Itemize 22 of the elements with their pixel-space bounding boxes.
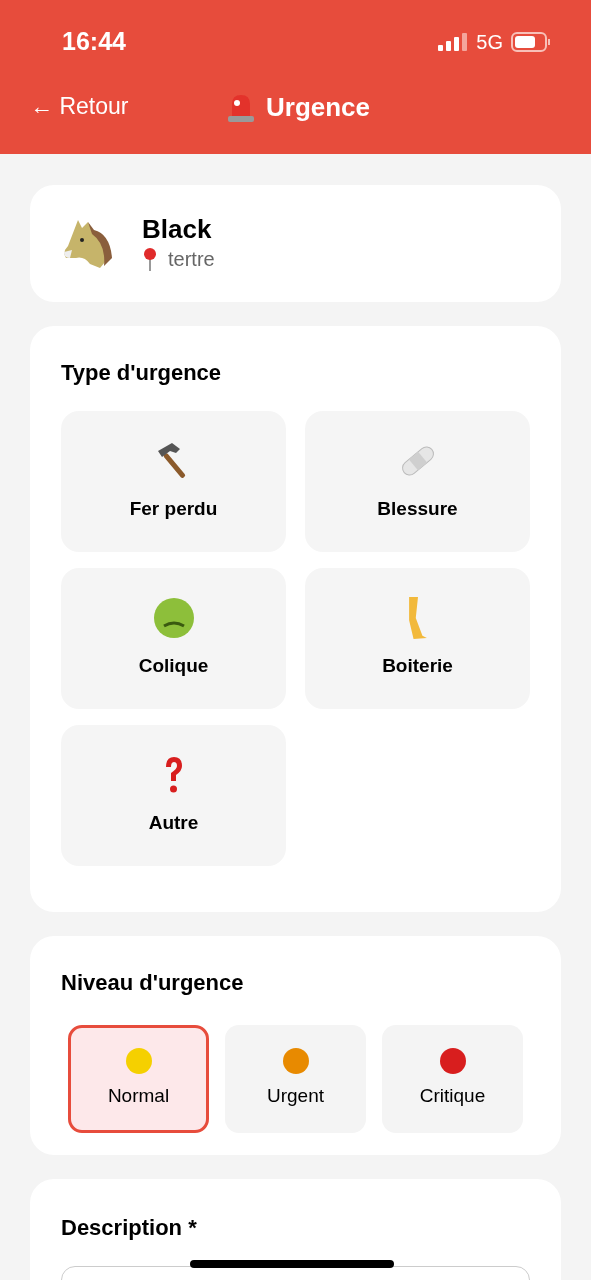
section-title: Description * (61, 1214, 198, 1242)
emergency-type-option[interactable]: Fer perdu (61, 411, 286, 552)
pin-icon (142, 246, 158, 271)
section-title: Niveau d'urgence (61, 969, 245, 997)
emergency-type-option[interactable]: Boiterie (305, 568, 530, 709)
urgency-level-option[interactable]: Urgent (225, 1025, 366, 1133)
sick-face-icon (151, 596, 196, 641)
emergency-type-option[interactable]: Blessure (305, 411, 530, 552)
emergency-type-option[interactable]: Autre (61, 725, 286, 866)
page-title: Urgence (266, 91, 371, 124)
emergency-type-option[interactable]: Colique (61, 568, 286, 709)
urgency-level-option[interactable]: Critique (382, 1025, 523, 1133)
battery-icon (511, 32, 551, 52)
leg-icon (407, 596, 428, 641)
urgency-level-option[interactable]: Normal (68, 1025, 209, 1133)
section-title: Type d'urgence (61, 359, 223, 387)
horse-name: Black (142, 213, 213, 244)
network-label: 5G (476, 30, 503, 55)
signal-icon (438, 33, 469, 51)
status-time: 16:44 (62, 26, 126, 58)
horse-location: tertre (168, 246, 215, 272)
back-button[interactable]: ← Retour (30, 88, 129, 124)
